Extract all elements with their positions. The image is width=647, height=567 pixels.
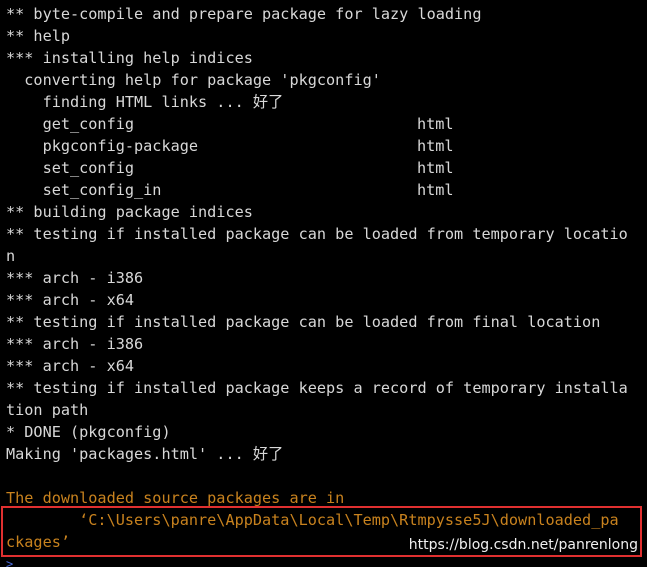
console-line: ** testing if installed package keeps a …: [6, 379, 628, 397]
console-line: *** arch - i386: [6, 335, 144, 353]
help-format: html: [417, 115, 454, 133]
console-line: finding HTML links ... 好了: [6, 93, 284, 111]
console-line: ** help: [6, 27, 71, 45]
help-topic: set_config: [6, 159, 135, 177]
console-prompt[interactable]: >: [6, 558, 13, 567]
help-topic: get_config: [6, 115, 135, 133]
console-line: Making 'packages.html' ... 好了: [6, 445, 284, 463]
console-line: *** arch - x64: [6, 357, 135, 375]
console-line: *** arch - i386: [6, 269, 144, 287]
help-format: html: [417, 137, 454, 155]
console-line: *** installing help indices: [6, 49, 253, 67]
console-line: ** testing if installed package can be l…: [6, 313, 601, 331]
console-line: ** byte-compile and prepare package for …: [6, 5, 482, 23]
help-format: html: [417, 181, 454, 199]
console-line: tion path: [6, 401, 89, 419]
console-line: n: [6, 247, 16, 265]
r-console-output[interactable]: ** byte-compile and prepare package for …: [0, 0, 647, 567]
console-line: converting help for package 'pkgconfig': [6, 71, 381, 89]
help-topic: set_config_in: [6, 181, 162, 199]
help-format: html: [417, 159, 454, 177]
console-line: * DONE (pkgconfig): [6, 423, 171, 441]
help-topic: pkgconfig-package: [6, 137, 199, 155]
console-line: *** arch - x64: [6, 291, 135, 309]
console-line: ** building package indices: [6, 203, 253, 221]
watermark: https://blog.csdn.net/panrenlong: [408, 537, 638, 553]
console-line: ** testing if installed package can be l…: [6, 225, 628, 243]
